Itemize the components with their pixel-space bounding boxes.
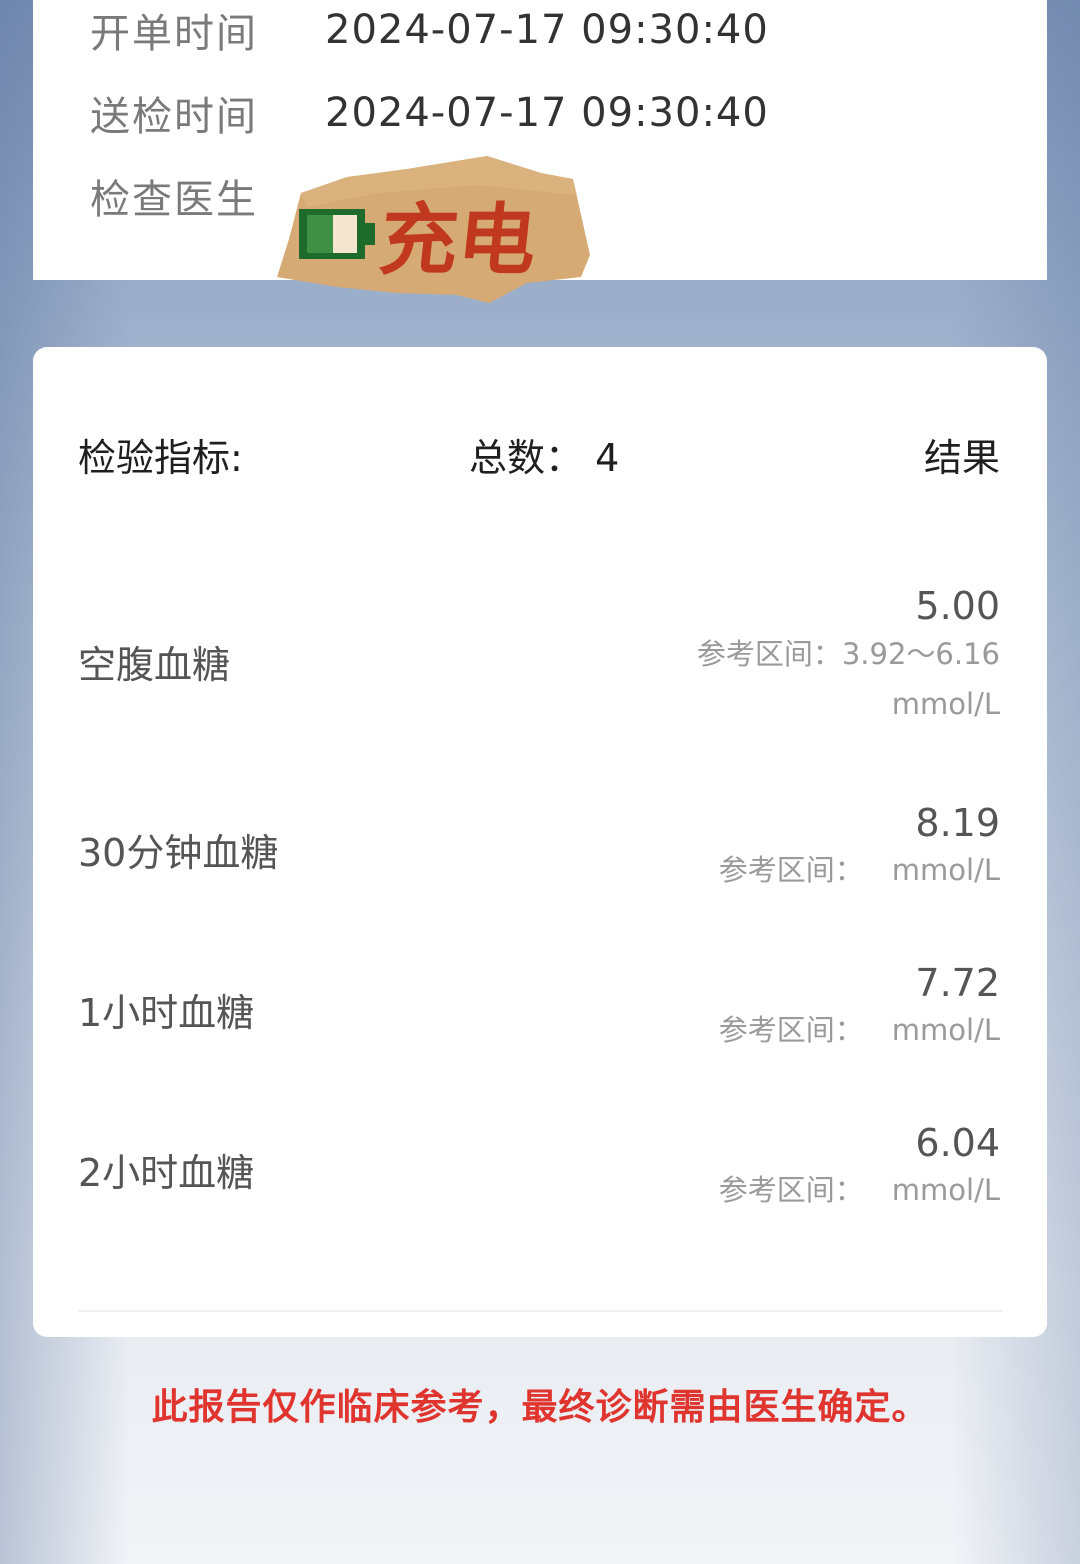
order-time-label: 开单时间 (90, 11, 258, 57)
order-time-value: 2024-07-17 09:30:40 (325, 7, 769, 53)
result-item-reference: 参考区间： mmol/L (719, 1167, 1000, 1209)
result-item-reference: 参考区间： mmol/L (719, 847, 1000, 889)
result-item-value: 6.04 (915, 1121, 1000, 1165)
result-item-unit: mmol/L (891, 853, 1000, 887)
reference-label: 参考区间： (696, 637, 842, 671)
result-item-unit: mmol/L (891, 1173, 1000, 1207)
submit-time-row: 送检时间 2024-07-17 09:30:40 (90, 83, 769, 143)
reference-label: 参考区间： (718, 1173, 864, 1207)
result-item-value: 7.72 (915, 961, 1000, 1005)
submit-time-value: 2024-07-17 09:30:40 (325, 90, 769, 136)
result-item-reference: 参考区间： mmol/L (719, 1007, 1000, 1049)
redaction-sticker: 充电 (277, 156, 590, 303)
result-header-label: 结果 (923, 436, 1000, 480)
reference-label: 参考区间： (718, 1013, 864, 1047)
battery-icon (299, 209, 375, 259)
result-item-unit: mmol/L (891, 687, 1000, 721)
results-header: 检验指标: 总数： 4 结果 (33, 427, 1047, 480)
result-item-value: 8.19 (915, 801, 1000, 845)
disclaimer-text: 此报告仅作临床参考，最终诊断需由医生确定。 (151, 1387, 929, 1428)
result-item-name: 空腹血糖 (78, 643, 231, 687)
test-results-card: 检验指标: 总数： 4 结果 空腹血糖 5.00 参考区间：3.92～6.16 … (33, 347, 1047, 1337)
result-item-reference: 参考区间：3.92～6.16 (697, 631, 1000, 673)
total-count: 总数： 4 (469, 436, 620, 480)
submit-time-label: 送检时间 (90, 94, 258, 140)
reference-label: 参考区间： (718, 853, 864, 887)
reference-range: 3.92～6.16 (841, 637, 1000, 671)
indicator-header-label: 检验指标: (78, 436, 243, 480)
result-item-name: 30分钟血糖 (78, 831, 279, 875)
result-item-name: 1小时血糖 (78, 991, 255, 1035)
sticker-text: 充电 (375, 195, 541, 286)
result-item-unit: mmol/L (891, 1013, 1000, 1047)
order-time-row: 开单时间 2024-07-17 09:30:40 (90, 0, 769, 60)
result-item-value: 5.00 (915, 584, 1000, 628)
result-item-name: 2小时血糖 (78, 1151, 255, 1195)
divider (78, 1310, 1003, 1312)
